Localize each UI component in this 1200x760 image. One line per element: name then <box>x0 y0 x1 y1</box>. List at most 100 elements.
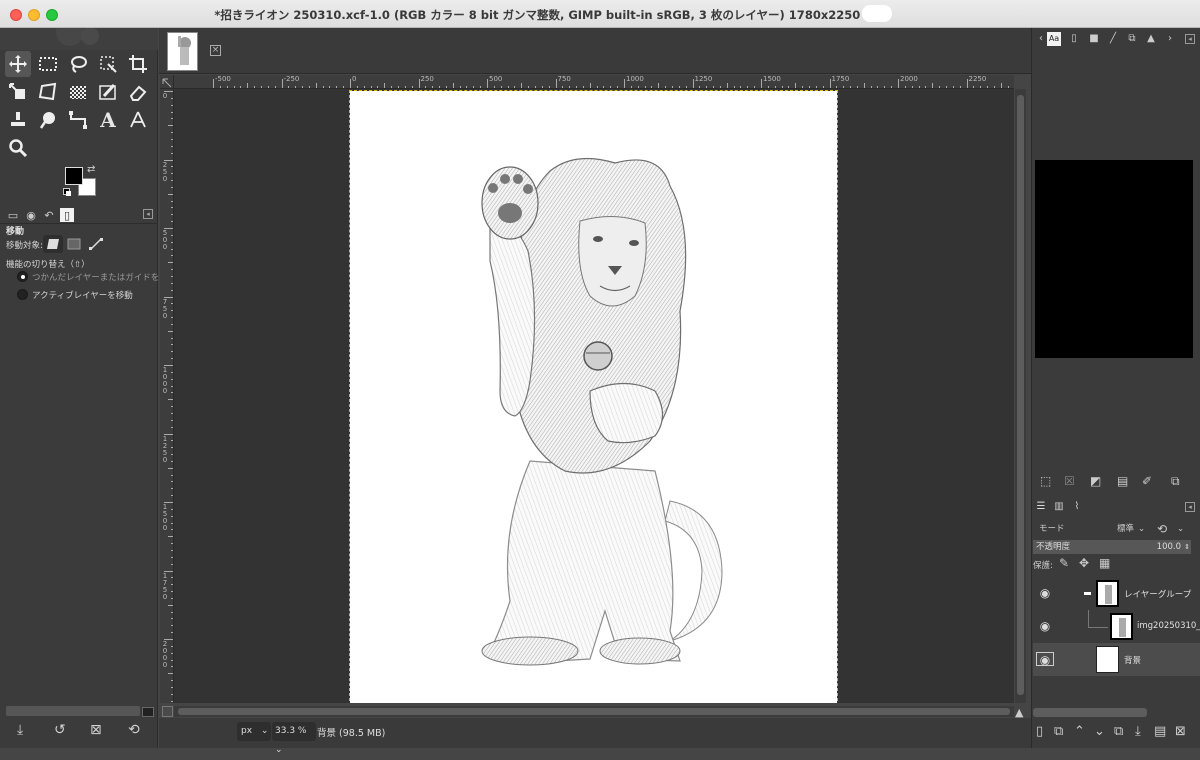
lasso-tool-icon[interactable] <box>65 51 91 77</box>
delete-layer-icon[interactable]: ⊠ <box>1175 724 1186 739</box>
paths-tool-icon[interactable] <box>65 107 91 133</box>
eye-icon[interactable]: ◉ <box>1036 652 1054 667</box>
layer-row[interactable]: ◉ レイヤーグループ <box>1033 577 1200 610</box>
spin-icon[interactable]: ⇕ <box>1184 540 1190 554</box>
delete-tool-preset-icon[interactable]: ⊠ <box>90 722 102 738</box>
lock-alpha-icon[interactable]: ▦ <box>1099 556 1110 570</box>
move-path-mode-button[interactable] <box>86 235 106 253</box>
image-tab-close-icon[interactable]: × <box>210 45 221 56</box>
collapse-group-icon[interactable] <box>1084 592 1091 595</box>
list-icon[interactable]: ▤ <box>1117 474 1128 488</box>
undo-history-tab-icon[interactable]: ↶ <box>42 208 56 222</box>
device-status-tab-icon[interactable]: ◉ <box>24 208 38 222</box>
ruler-tick <box>829 79 831 88</box>
tool-options-tab-icon[interactable]: ▭ <box>6 208 20 222</box>
unit-select[interactable]: px ⌄ <box>237 722 271 741</box>
vertical-scroll-thumb[interactable] <box>1017 95 1024 695</box>
clear-icon[interactable]: ☒ <box>1064 474 1075 488</box>
image-tab-thumbnail[interactable] <box>167 32 198 71</box>
zoom-tool-icon[interactable] <box>5 135 31 161</box>
vertical-scrollbar[interactable] <box>1015 89 1026 703</box>
image-canvas[interactable] <box>349 90 838 703</box>
text-tool-icon[interactable]: A <box>95 107 121 133</box>
reset-colors-icon[interactable] <box>63 188 71 196</box>
quick-mask-toggle[interactable] <box>162 706 173 717</box>
restore-tool-preset-icon[interactable]: ↺ <box>54 722 66 738</box>
reset-tool-options-icon[interactable]: ⟲ <box>128 722 140 738</box>
new-layer-icon[interactable]: ▯ <box>1036 724 1043 739</box>
paths-tab-icon[interactable]: ▲ <box>1144 32 1158 46</box>
move-active-layer-radio[interactable] <box>17 289 28 300</box>
layers-tab-icon[interactable]: ☰ <box>1034 500 1048 514</box>
horizontal-scrollbar[interactable] <box>174 706 1014 717</box>
crop-tool-icon[interactable] <box>125 51 151 77</box>
move-tool-icon[interactable] <box>5 51 31 77</box>
horizontal-scroll-thumb[interactable] <box>178 708 1010 715</box>
gradient-tool-icon[interactable] <box>65 79 91 105</box>
chevron-down-icon: ⌄ <box>275 745 283 755</box>
patterns-tab-icon[interactable]: ■ <box>1087 32 1101 46</box>
clone-tool-icon[interactable] <box>5 107 31 133</box>
perspective-tool-icon[interactable] <box>35 79 61 105</box>
eye-icon[interactable]: ◉ <box>1036 586 1054 600</box>
images-tab-icon[interactable]: ▯ <box>60 208 74 222</box>
smudge-tool-icon[interactable] <box>35 107 61 133</box>
layer-mode-select[interactable]: モード 標準 ⌄ ⟲ ⌄ <box>1033 520 1193 538</box>
eye-icon[interactable]: ◉ <box>1036 619 1054 633</box>
save-tool-preset-icon[interactable]: ⤓ <box>17 722 23 738</box>
layers-scrollbar[interactable] <box>1033 708 1147 717</box>
lock-pixels-icon[interactable]: ✎ <box>1059 556 1069 570</box>
document-tab-icon[interactable]: ▯ <box>1067 32 1081 46</box>
edit-icon[interactable]: ◩ <box>1090 474 1101 488</box>
ruler-corner[interactable] <box>160 75 174 89</box>
unified-transform-tool-icon[interactable] <box>5 79 31 105</box>
channels-panel-tab-icon[interactable]: ▥ <box>1052 500 1066 514</box>
vertical-ruler[interactable]: 0 250 500 750 1000 1250 1500 1750 2000 <box>160 89 174 703</box>
ruler-tick <box>624 79 625 88</box>
layer-row[interactable]: ◉ 背景 <box>1033 643 1200 676</box>
fonts-tab-icon[interactable]: Aa <box>1047 32 1061 46</box>
minimize-window-button[interactable] <box>28 9 40 21</box>
export-icon[interactable]: ⧉ <box>1171 474 1180 489</box>
maximize-window-button[interactable] <box>46 9 58 21</box>
horizontal-ruler[interactable]: -500 -250 0 250 500 750 1000 1250 1500 1750 2000 22… <box>174 75 1014 89</box>
anchor-layer-icon[interactable]: ⤓ <box>1135 724 1141 739</box>
move-layer-mode-button[interactable] <box>43 235 63 253</box>
toolbox-scrollbar[interactable] <box>6 706 140 716</box>
layers-menu-icon[interactable]: ◂ <box>1185 502 1195 512</box>
raise-layer-icon[interactable]: ⌃ <box>1074 724 1085 739</box>
opacity-label: 不透明度 <box>1036 542 1071 552</box>
zoom-select[interactable]: 33.3 % ⌄ <box>272 722 316 755</box>
mode-value: 標準 <box>1117 524 1135 534</box>
channels-tab-icon[interactable]: ⧉ <box>1125 32 1139 46</box>
reset-mode-icon[interactable]: ⟲ <box>1157 520 1167 538</box>
lower-layer-icon[interactable]: ⌄ <box>1094 724 1105 739</box>
paintbrush-tool-icon[interactable] <box>95 79 121 105</box>
merge-layer-icon[interactable]: ▤ <box>1154 724 1166 739</box>
duplicate-layer-icon[interactable]: ⧉ <box>1114 724 1123 739</box>
foreground-color-swatch[interactable] <box>65 167 83 185</box>
chevron-right-icon[interactable]: › <box>1163 32 1177 46</box>
swap-colors-icon[interactable]: ⇄ <box>87 164 95 175</box>
eraser-tool-icon[interactable] <box>125 79 151 105</box>
fuzzy-select-tool-icon[interactable] <box>95 51 121 77</box>
close-window-button[interactable] <box>10 9 22 21</box>
paths-panel-tab-icon[interactable]: ⌇ <box>1070 500 1084 514</box>
brushes-tab-icon[interactable]: ╱ <box>1106 32 1120 46</box>
dock-menu-icon[interactable]: ◂ <box>1185 34 1195 44</box>
new-group-icon[interactable]: ⧉ <box>1054 724 1063 739</box>
rect-select-tool-icon[interactable] <box>35 51 61 77</box>
measure-tool-icon[interactable] <box>125 107 151 133</box>
pick-layer-radio[interactable] <box>17 271 28 282</box>
canvas-area[interactable] <box>174 89 1014 703</box>
pick-icon[interactable]: ✐ <box>1142 474 1152 488</box>
opacity-slider[interactable]: 不透明度 100.0 ⇕ <box>1033 540 1191 554</box>
move-selection-mode-button[interactable] <box>64 235 84 253</box>
lock-position-icon[interactable]: ✥ <box>1079 556 1089 570</box>
layer-row[interactable]: ◉ img20250310_ <box>1033 610 1200 643</box>
lock-label: 保護: <box>1033 561 1053 571</box>
chevron-left-icon[interactable]: ‹ <box>1034 32 1048 46</box>
select-region-icon[interactable]: ⬚ <box>1040 474 1051 488</box>
chevron-down-icon: ⌄ <box>1177 524 1185 534</box>
panel-menu-icon[interactable]: ◂ <box>143 209 153 219</box>
